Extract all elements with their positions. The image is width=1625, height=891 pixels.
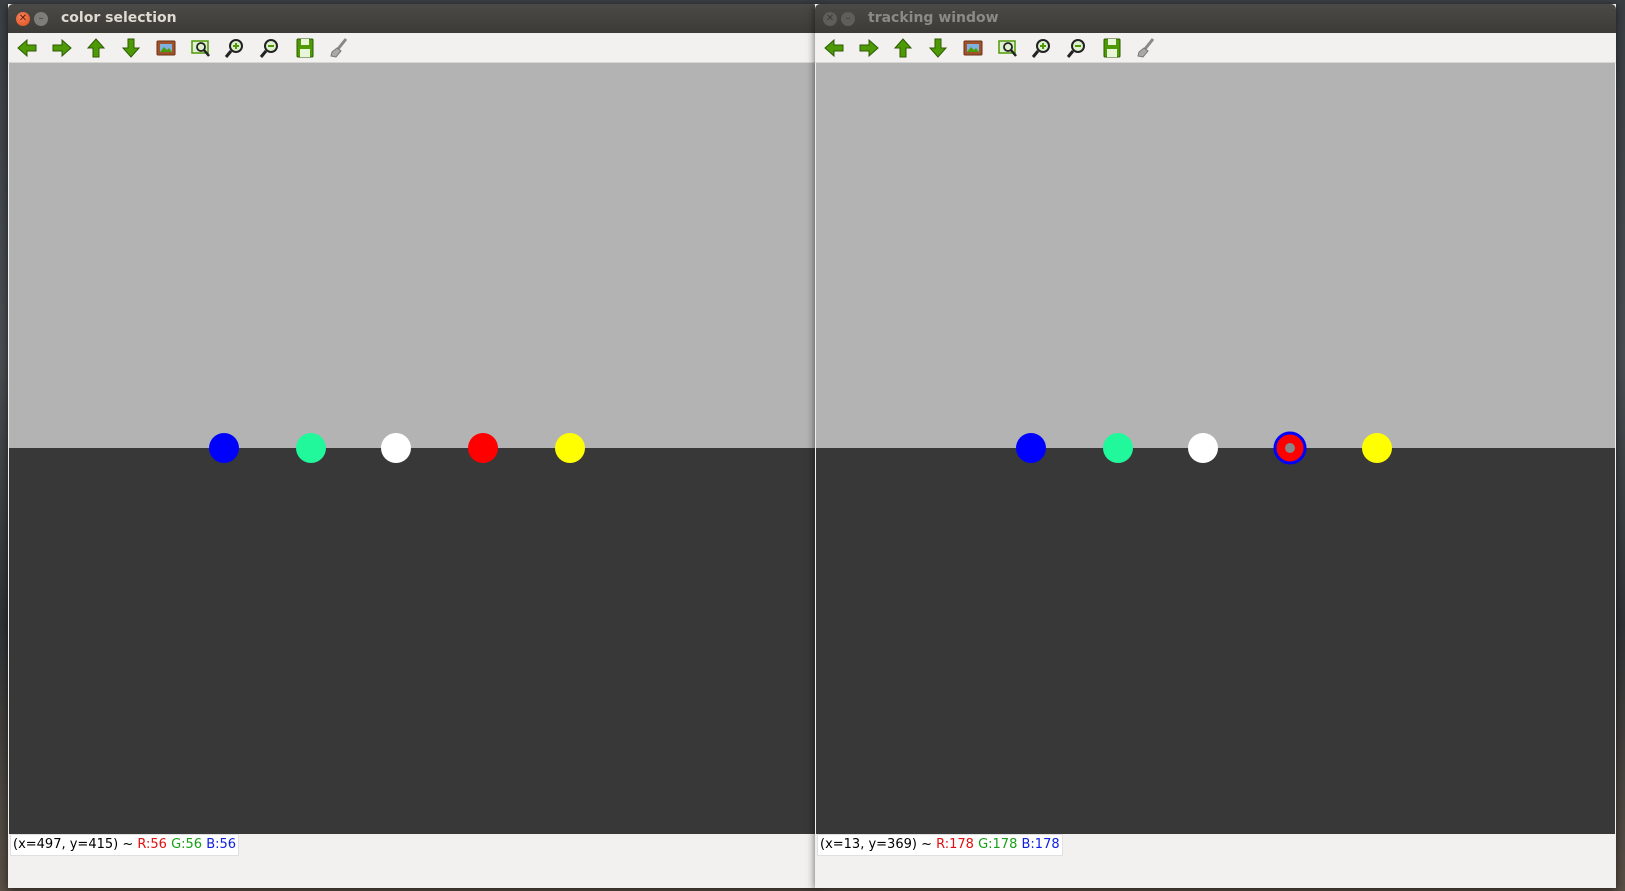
pan-up-icon[interactable] xyxy=(891,36,915,60)
minimize-icon[interactable]: – xyxy=(34,12,48,26)
pixel-info: (x=497, y=415) ~ R:56 G:56 B:56 xyxy=(10,834,240,856)
tracking-center-marker xyxy=(1285,443,1295,453)
title-bar[interactable]: ✕ – tracking window xyxy=(815,4,1616,33)
pan-right-icon[interactable] xyxy=(50,36,74,60)
background-dark xyxy=(816,448,1615,834)
cursor-coordinates: (x=13, y=369) ~ xyxy=(820,837,932,852)
title-bar[interactable]: ✕ – color selection xyxy=(8,4,818,33)
yellow-ball xyxy=(1362,433,1392,463)
zoom-original-icon[interactable] xyxy=(154,36,178,60)
desktop: ✕ – color selection (x=497, y=415) ~ R:5… xyxy=(0,0,1625,891)
pan-up-icon[interactable] xyxy=(84,36,108,60)
properties-icon[interactable] xyxy=(327,36,351,60)
red-ball xyxy=(468,433,498,463)
background-dark xyxy=(9,448,817,834)
zoom-original-icon[interactable] xyxy=(961,36,985,60)
white-ball xyxy=(381,433,411,463)
green-value: G:178 xyxy=(978,837,1018,852)
zoom-in-icon[interactable] xyxy=(1030,36,1054,60)
close-icon[interactable]: ✕ xyxy=(16,12,30,26)
properties-icon[interactable] xyxy=(1134,36,1158,60)
image-canvas[interactable] xyxy=(9,63,817,834)
pixel-info: (x=13, y=369) ~ R:178 G:178 B:178 xyxy=(817,834,1063,856)
zoom-out-icon[interactable] xyxy=(258,36,282,60)
pan-down-icon[interactable] xyxy=(926,36,950,60)
scene xyxy=(9,63,817,834)
blue-value: B:56 xyxy=(206,837,237,852)
zoom-fit-icon[interactable] xyxy=(189,36,213,60)
green-ball xyxy=(1103,433,1133,463)
window-title: tracking window xyxy=(868,10,999,26)
tracking-window[interactable]: ✕ – tracking window (x=13, y=369) ~ R:17… xyxy=(815,4,1616,888)
green-ball xyxy=(296,433,326,463)
blue-ball xyxy=(1016,433,1046,463)
image-canvas[interactable] xyxy=(816,63,1615,834)
pan-left-icon[interactable] xyxy=(822,36,846,60)
zoom-fit-icon[interactable] xyxy=(996,36,1020,60)
red-value: R:178 xyxy=(936,837,974,852)
toolbar xyxy=(815,33,1616,63)
scene xyxy=(816,63,1615,834)
close-icon[interactable]: ✕ xyxy=(823,12,837,26)
red-value: R:56 xyxy=(137,837,167,852)
status-bar: (x=13, y=369) ~ R:178 G:178 B:178 xyxy=(815,834,1616,856)
pan-down-icon[interactable] xyxy=(119,36,143,60)
pan-left-icon[interactable] xyxy=(15,36,39,60)
save-icon[interactable] xyxy=(293,36,317,60)
background-light xyxy=(9,63,817,448)
cursor-coordinates: (x=497, y=415) ~ xyxy=(13,837,134,852)
white-ball xyxy=(1188,433,1218,463)
background-light xyxy=(816,63,1615,448)
blue-ball xyxy=(209,433,239,463)
yellow-ball xyxy=(555,433,585,463)
zoom-in-icon[interactable] xyxy=(223,36,247,60)
minimize-icon[interactable]: – xyxy=(841,12,855,26)
color-selection-window[interactable]: ✕ – color selection (x=497, y=415) ~ R:5… xyxy=(8,4,818,888)
pan-right-icon[interactable] xyxy=(857,36,881,60)
status-bar: (x=497, y=415) ~ R:56 G:56 B:56 xyxy=(8,834,818,856)
green-value: G:56 xyxy=(171,837,203,852)
save-icon[interactable] xyxy=(1100,36,1124,60)
zoom-out-icon[interactable] xyxy=(1065,36,1089,60)
window-title: color selection xyxy=(61,10,177,26)
blue-value: B:178 xyxy=(1021,837,1060,852)
toolbar xyxy=(8,33,818,63)
